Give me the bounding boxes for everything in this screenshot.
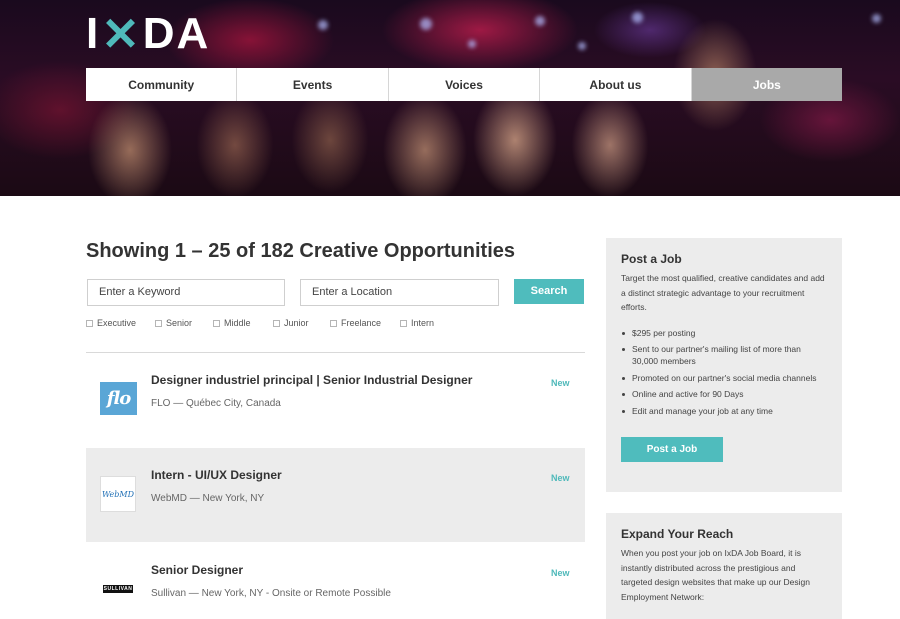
nav-item-about-us[interactable]: About us bbox=[540, 68, 692, 101]
filter-label: Executive bbox=[97, 318, 137, 328]
bokeh-light bbox=[632, 12, 643, 23]
keyword-input[interactable]: Enter a Keyword bbox=[87, 279, 285, 306]
checkbox[interactable] bbox=[273, 319, 280, 327]
bokeh-light bbox=[420, 18, 432, 30]
job-meta: FLO — Québec City, Canada bbox=[151, 398, 281, 409]
filter-label: Middle bbox=[224, 318, 251, 328]
results-heading: Showing 1 – 25 of 182 Creative Opportuni… bbox=[86, 240, 515, 262]
list-item: Edit and manage your job at any time bbox=[621, 405, 827, 417]
post-a-job-card: Post a Job Target the most qualified, cr… bbox=[606, 238, 842, 492]
checkbox[interactable] bbox=[400, 319, 407, 327]
list-item: $295 per posting bbox=[621, 327, 827, 339]
bokeh-light bbox=[535, 16, 545, 26]
filter-executive[interactable]: Executive bbox=[86, 318, 136, 328]
company-logo: SULLIVAN bbox=[103, 585, 133, 593]
filter-freelance[interactable]: Freelance bbox=[330, 318, 381, 328]
location-input[interactable]: Enter a Location bbox=[300, 279, 499, 306]
logo-letters-da: DA bbox=[142, 9, 211, 58]
benefits-list: $295 per posting Sent to our partner's m… bbox=[621, 327, 827, 417]
job-title[interactable]: Intern - UI/UX Designer bbox=[151, 468, 282, 482]
filter-middle[interactable]: Middle bbox=[213, 318, 251, 328]
ixda-logo[interactable]: I ✕ DA bbox=[86, 8, 210, 60]
hero-banner: I ✕ DA Community Events Voices About us Jo… bbox=[0, 0, 900, 196]
job-listing[interactable]: WebMD Intern - UI/UX Designer WebMD — Ne… bbox=[86, 448, 585, 542]
company-logo: WebMD bbox=[100, 476, 136, 512]
logo-text: WebMD bbox=[101, 489, 135, 499]
filter-label: Intern bbox=[411, 318, 435, 328]
checkbox[interactable] bbox=[155, 319, 162, 327]
job-listing[interactable]: SULLIVAN Senior Designer Sullivan — New … bbox=[86, 543, 585, 619]
job-meta: WebMD — New York, NY bbox=[151, 493, 265, 504]
card-title: Post a Job bbox=[621, 252, 682, 266]
company-logo: flo bbox=[100, 382, 137, 415]
job-title[interactable]: Designer industriel principal | Senior I… bbox=[151, 373, 472, 387]
card-description: When you post your job on IxDA Job Board… bbox=[621, 548, 811, 602]
card-title: Expand Your Reach bbox=[621, 527, 734, 541]
nav-item-jobs[interactable]: Jobs bbox=[691, 68, 843, 101]
nav-item-events[interactable]: Events bbox=[237, 68, 389, 101]
filter-label: Senior bbox=[166, 318, 193, 328]
checkbox[interactable] bbox=[330, 319, 337, 327]
logo-letter-i: I bbox=[86, 9, 101, 58]
expand-reach-card: Expand Your Reach When you post your job… bbox=[606, 513, 842, 619]
job-title[interactable]: Senior Designer bbox=[151, 563, 243, 577]
bokeh-light bbox=[468, 40, 476, 48]
new-badge: New bbox=[551, 378, 570, 388]
list-item: Online and active for 90 Days bbox=[621, 388, 827, 400]
bokeh-light bbox=[872, 14, 881, 23]
nav-item-voices[interactable]: Voices bbox=[388, 68, 541, 101]
nav-item-community[interactable]: Community bbox=[86, 68, 238, 101]
filter-label: Freelance bbox=[341, 318, 382, 328]
job-listing[interactable]: flo Designer industriel principal | Seni… bbox=[86, 353, 585, 447]
list-item: Promoted on our partner's social media c… bbox=[621, 372, 827, 384]
filter-label: Junior bbox=[284, 318, 309, 328]
checkbox[interactable] bbox=[213, 319, 220, 327]
bokeh-light bbox=[578, 42, 586, 50]
filter-senior[interactable]: Senior bbox=[155, 318, 192, 328]
checkbox[interactable] bbox=[86, 319, 93, 327]
card-description: Target the most qualified, creative cand… bbox=[621, 273, 825, 312]
post-a-job-button[interactable]: Post a Job bbox=[621, 437, 723, 462]
list-item: Sent to our partner's mailing list of mo… bbox=[621, 343, 827, 367]
search-button[interactable]: Search bbox=[514, 279, 584, 304]
main-nav: Community Events Voices About us Jobs bbox=[86, 68, 843, 101]
filter-junior[interactable]: Junior bbox=[273, 318, 309, 328]
new-badge: New bbox=[551, 473, 570, 483]
job-meta: Sullivan — New York, NY - Onsite or Remo… bbox=[151, 588, 391, 599]
filter-intern[interactable]: Intern bbox=[400, 318, 434, 328]
new-badge: New bbox=[551, 568, 570, 578]
logo-x-mark: ✕ bbox=[101, 8, 142, 60]
bokeh-light bbox=[318, 20, 328, 30]
